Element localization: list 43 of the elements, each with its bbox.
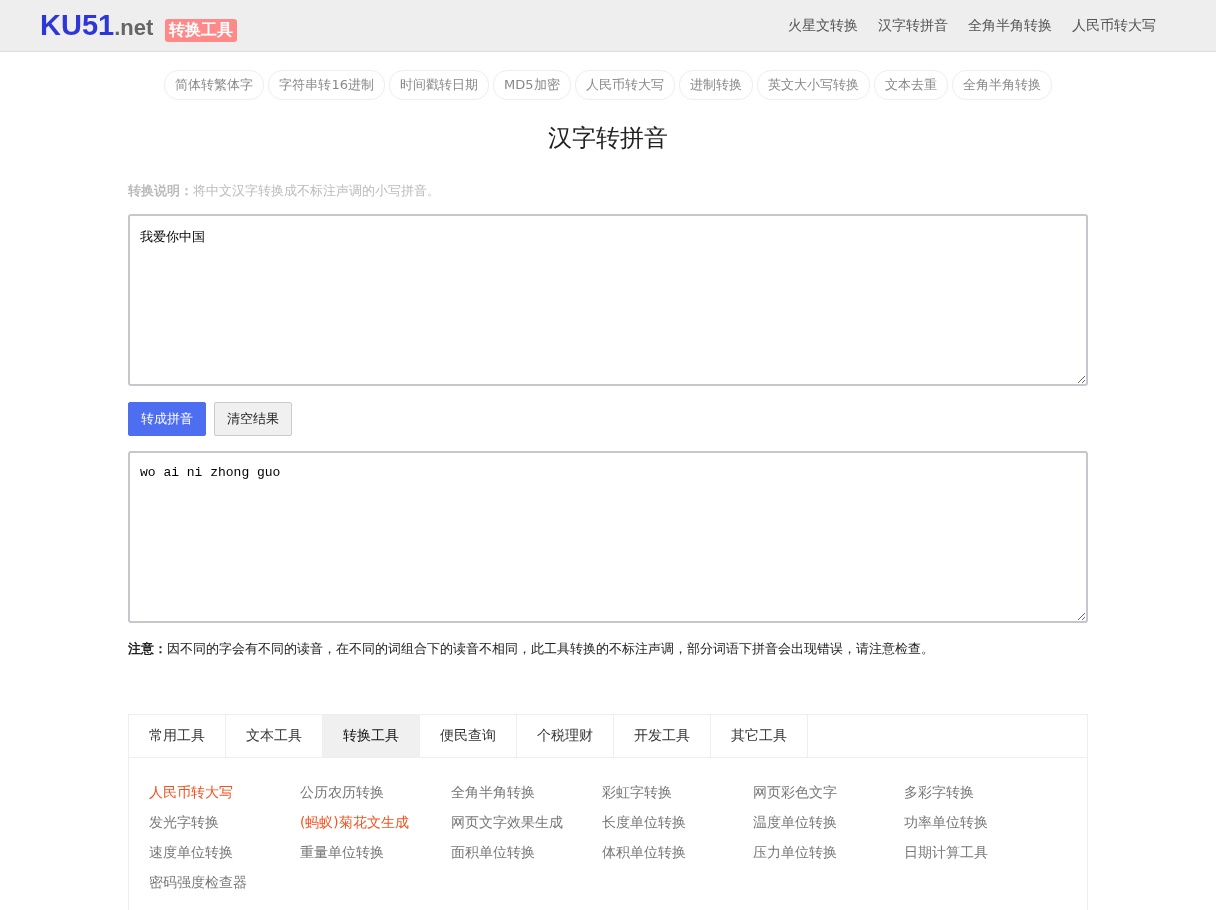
input-field[interactable]: 我爱你中国 [128, 214, 1088, 386]
quick-link[interactable]: MD5加密 [493, 70, 571, 100]
logo-text[interactable]: KU51 [40, 9, 115, 42]
tool-link[interactable]: 体积单位转换 [602, 844, 686, 860]
tool-tab[interactable]: 转换工具 [323, 715, 420, 757]
tool-link[interactable]: (蚂蚁)菊花文生成 [300, 814, 409, 830]
quick-link[interactable]: 简体转繁体字 [164, 70, 265, 100]
quick-link[interactable]: 全角半角转换 [951, 70, 1052, 100]
nav-link[interactable]: 火星文转换 [788, 16, 858, 35]
clear-button[interactable]: 清空结果 [214, 402, 292, 436]
tool-link[interactable]: 速度单位转换 [149, 844, 233, 860]
quick-link[interactable]: 文本去重 [873, 70, 948, 100]
tool-link[interactable]: 温度单位转换 [753, 814, 837, 830]
tool-link[interactable]: 网页文字效果生成 [451, 814, 563, 830]
quick-link[interactable]: 人民币转大写 [574, 70, 675, 100]
logo-suffix[interactable]: .net [114, 15, 154, 41]
tool-link[interactable]: 多彩字转换 [904, 784, 974, 800]
tool-link[interactable]: 压力单位转换 [753, 844, 837, 860]
page-title: 汉字转拼音 [547, 123, 669, 154]
tool-link[interactable]: 公历农历转换 [300, 784, 384, 800]
quick-link[interactable]: 英文大小写转换 [756, 70, 870, 100]
tool-link[interactable]: 面积单位转换 [451, 844, 535, 860]
convert-button[interactable]: 转成拼音 [128, 402, 206, 436]
quick-link[interactable]: 进制转换 [678, 70, 753, 100]
nav-link[interactable]: 汉字转拼音 [878, 16, 948, 35]
tool-link[interactable]: 全角半角转换 [451, 784, 535, 800]
nav-link[interactable]: 人民币转大写 [1072, 16, 1156, 35]
quick-link[interactable]: 字符串转16进制 [268, 70, 385, 100]
tool-link[interactable]: 重量单位转换 [300, 844, 384, 860]
tool-link[interactable]: 人民币转大写 [149, 784, 233, 800]
output-field[interactable]: wo ai ni zhong guo [128, 451, 1088, 623]
quick-link[interactable]: 时间戳转日期 [389, 70, 489, 100]
tool-link[interactable]: 网页彩色文字 [753, 784, 837, 800]
tool-link[interactable]: 长度单位转换 [602, 814, 686, 830]
tool-link[interactable]: 发光字转换 [149, 814, 219, 830]
tool-link[interactable]: 功率单位转换 [904, 814, 988, 830]
notice-text: 注意：因不同的字会有不同的读音，在不同的词组合下的读音不相同，此工具转换的不标注声调，部分词语下拼音会出现错误，请注意检查。 [128, 641, 935, 658]
tool-link[interactable]: 密码强度检查器 [149, 874, 247, 890]
description-text: 转换说明：将中文汉字转换成不标注声调的小写拼音。 [128, 182, 441, 200]
logo-badge: 转换工具 [165, 19, 238, 42]
tool-link[interactable]: 彩虹字转换 [602, 784, 672, 800]
nav-link[interactable]: 全角半角转换 [968, 16, 1052, 35]
tool-link[interactable]: 日期计算工具 [904, 844, 988, 860]
